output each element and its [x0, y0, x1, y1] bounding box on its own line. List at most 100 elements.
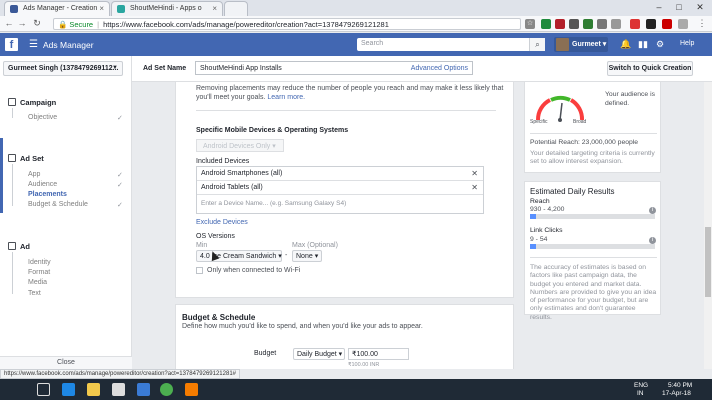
switch-quick-creation-button[interactable]: Switch to Quick Creation [607, 61, 693, 76]
search-input[interactable]: Search ⌕ [357, 38, 545, 51]
included-devices-label: Included Devices [196, 158, 250, 165]
nav-ad-set[interactable]: Ad Set [8, 154, 44, 163]
remove-icon[interactable]: ✕ [471, 183, 478, 192]
store-icon[interactable] [112, 383, 125, 396]
extension-icon[interactable] [646, 19, 656, 29]
facebook-logo[interactable]: f [5, 38, 18, 51]
nav-item-budget-schedule[interactable]: Budget & Schedule [28, 201, 88, 208]
wifi-checkbox[interactable] [196, 267, 203, 274]
app-title[interactable]: Ads Manager [43, 40, 94, 50]
language-primary[interactable]: ENG [634, 382, 648, 389]
device-name-input[interactable]: Enter a Device Name... (e.g. Samsung Gal… [197, 195, 483, 213]
url-text: https://www.facebook.com/ads/manage/powe… [103, 20, 389, 29]
nav-item-media[interactable]: Media [28, 279, 47, 286]
nav-campaign[interactable]: Campaign [8, 98, 56, 107]
learn-more-link[interactable]: Learn more. [267, 94, 305, 101]
clock-time[interactable]: 5:40 PM [668, 382, 692, 389]
chrome-icon[interactable] [160, 383, 173, 396]
extension-icon[interactable] [662, 19, 672, 29]
included-device-item: Android Smartphones (all) ✕ [197, 167, 483, 181]
nav-item-audience[interactable]: Audience [28, 181, 57, 188]
tree-line [12, 108, 13, 118]
maximize-icon[interactable]: □ [671, 2, 687, 12]
chart-icon[interactable]: ▮▮ [638, 39, 648, 50]
divider [196, 110, 496, 111]
budget-subtitle: Define how much you'd like to spend, and… [182, 323, 423, 330]
close-button[interactable]: Close [0, 356, 132, 369]
extension-icon[interactable] [630, 19, 640, 29]
address-bar: ← → ↻ 🔒 Secure | https://www.facebook.com/a… [0, 16, 712, 32]
ad-set-name-input[interactable]: ShoutMeHindi App Installs Advanced Optio… [195, 61, 473, 75]
nav-item-objective[interactable]: Objective [28, 114, 57, 121]
forward-arrow-icon[interactable]: → [16, 18, 28, 28]
link-clicks-label: Link Clicks [530, 227, 563, 234]
active-section-indicator [0, 138, 3, 213]
mail-icon[interactable] [137, 383, 150, 396]
secure-label: Secure [69, 20, 94, 29]
extension-icon[interactable] [555, 19, 565, 29]
clock-date[interactable]: 17-Apr-18 [662, 390, 691, 397]
back-arrow-icon[interactable]: ← [3, 18, 15, 28]
minimize-icon[interactable]: – [651, 2, 667, 12]
wifi-label: Only when connected to Wi-Fi [207, 267, 301, 274]
star-icon[interactable]: ☆ [525, 19, 535, 29]
tab-shoutmehindi[interactable]: ShoutMeHindi - Apps o × [111, 1, 223, 16]
fb-header: f ☰ Ads Manager Search ⌕ Gurmeet ▾ 🔔 ▮▮ … [0, 33, 712, 56]
nav-item-text[interactable]: Text [28, 290, 41, 297]
reload-icon[interactable]: ↻ [31, 18, 43, 29]
lock-icon: 🔒 [58, 20, 68, 29]
user-name: Gurmeet [572, 41, 601, 48]
task-view-icon[interactable] [37, 383, 50, 396]
budget-type-select[interactable]: Daily Budget ▾ [293, 348, 345, 360]
devices-dropdown[interactable]: Android Devices Only ▾ [196, 139, 284, 152]
menu-icon[interactable]: ☰ [29, 39, 38, 50]
extension-icon[interactable] [569, 19, 579, 29]
facebook-favicon-icon [10, 5, 18, 13]
included-devices-box: Android Smartphones (all) ✕ Android Tabl… [196, 166, 484, 214]
nav-ad[interactable]: Ad [8, 242, 30, 251]
avatar [556, 38, 569, 51]
ad-set-name-label: Ad Set Name [143, 65, 187, 72]
gear-icon[interactable]: ⚙ [656, 39, 664, 50]
exclude-devices-link[interactable]: Exclude Devices [196, 219, 248, 226]
scrollbar-thumb[interactable] [705, 227, 711, 297]
info-icon[interactable]: i [649, 237, 656, 244]
close-tab-icon[interactable]: × [212, 4, 217, 13]
edge-icon[interactable] [62, 383, 75, 396]
search-icon[interactable]: ⌕ [529, 38, 545, 51]
extension-icon[interactable] [611, 19, 621, 29]
budget-schedule-panel: Budget & Schedule Define how much you'd … [175, 304, 514, 369]
advanced-options-link[interactable]: Advanced Options [411, 65, 468, 72]
browser-tab-bar: Ads Manager - Creation × ShoutMeHindi - … [0, 0, 712, 16]
new-tab-button[interactable] [224, 1, 248, 16]
language-secondary[interactable]: IN [637, 390, 644, 397]
ad-icon [8, 242, 16, 250]
tree-line [12, 252, 13, 294]
url-input[interactable]: 🔒 Secure | https://www.facebook.com/ads/man… [53, 18, 521, 30]
vlc-icon[interactable] [185, 383, 198, 396]
check-icon: ✓ [117, 172, 123, 179]
nav-item-identity[interactable]: Identity [28, 259, 51, 266]
extension-icon[interactable] [541, 19, 551, 29]
close-tab-icon[interactable]: × [99, 4, 104, 13]
chrome-menu-icon[interactable]: ⋮ [696, 18, 708, 29]
help-link[interactable]: Help [680, 40, 694, 47]
nav-ad-set-label: Ad Set [20, 154, 44, 163]
account-selector[interactable]: Gurmeet Singh (1378479269112... ▼ [3, 61, 123, 76]
extension-icon[interactable] [583, 19, 593, 29]
notifications-icon[interactable]: 🔔 [620, 39, 631, 50]
nav-item-format[interactable]: Format [28, 269, 50, 276]
info-icon[interactable]: i [649, 207, 656, 214]
remove-icon[interactable]: ✕ [471, 169, 478, 178]
nav-item-app[interactable]: App [28, 171, 40, 178]
max-os-select[interactable]: None ▾ [292, 250, 322, 262]
scrollbar[interactable] [704, 82, 712, 369]
file-explorer-icon[interactable] [87, 383, 100, 396]
budget-amount-input[interactable]: ₹100.00 [348, 348, 409, 360]
close-window-icon[interactable]: ✕ [692, 2, 708, 13]
tab-ads-manager[interactable]: Ads Manager - Creation × [4, 1, 110, 16]
extension-icon[interactable] [597, 19, 607, 29]
nav-item-placements[interactable]: Placements [28, 191, 67, 198]
user-menu[interactable]: Gurmeet ▾ [554, 37, 608, 52]
extension-icon[interactable] [678, 19, 688, 29]
